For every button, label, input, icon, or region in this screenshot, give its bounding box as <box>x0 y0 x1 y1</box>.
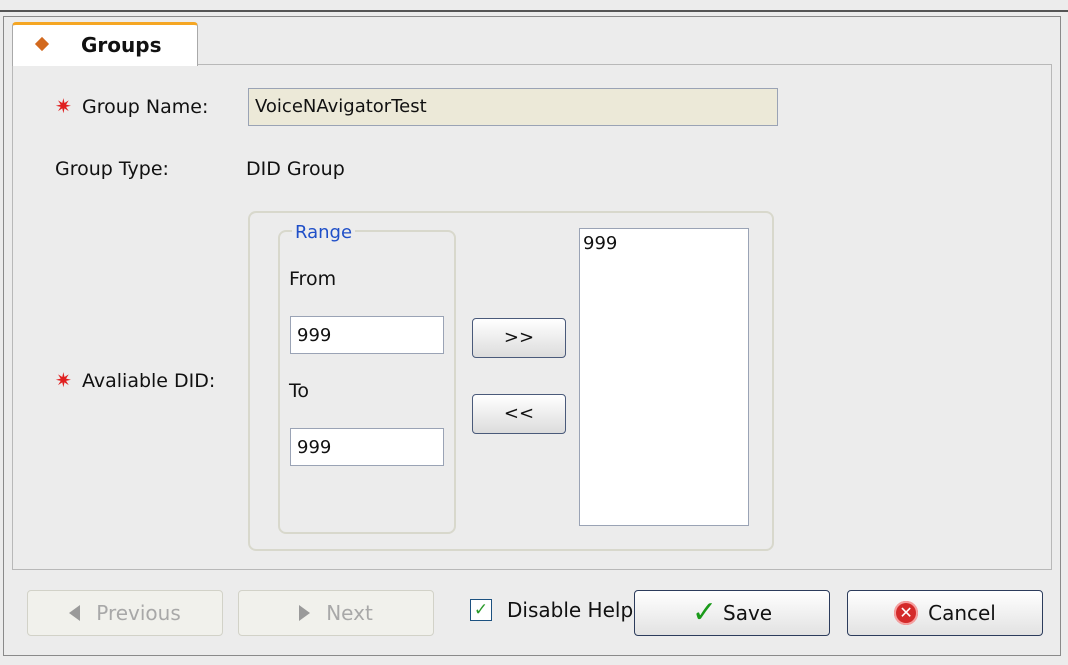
available-did-label: Avaliable DID: <box>82 370 216 392</box>
add-did-button[interactable]: >> <box>472 318 566 358</box>
required-icon: ✷ <box>55 94 72 118</box>
group-name-input[interactable]: VoiceNAvigatorTest <box>248 88 778 126</box>
from-input[interactable]: 999 <box>290 316 444 354</box>
list-item[interactable]: 999 <box>583 233 745 254</box>
to-label: To <box>289 380 310 402</box>
from-label: From <box>289 268 337 290</box>
cancel-button[interactable]: ✕ Cancel <box>847 590 1043 636</box>
group-type-label: Group Type: <box>55 158 169 180</box>
arrow-right-icon <box>299 605 311 621</box>
previous-label: Previous <box>96 601 181 625</box>
remove-did-button[interactable]: << <box>472 394 566 434</box>
disable-help-label: Disable Help <box>507 598 634 622</box>
next-button[interactable]: Next <box>238 590 434 636</box>
checkmark-icon: ✓ <box>691 595 718 630</box>
arrow-left-icon <box>69 605 81 621</box>
cancel-icon: ✕ <box>894 601 919 625</box>
cancel-label: Cancel <box>928 601 996 625</box>
save-label: Save <box>723 601 773 625</box>
to-input[interactable]: 999 <box>290 428 444 466</box>
group-type-value: DID Group <box>246 158 345 180</box>
group-name-label: Group Name: <box>82 96 209 118</box>
selected-did-list[interactable]: 999 <box>579 228 749 526</box>
disable-help-checkbox[interactable]: ✓ <box>470 599 492 621</box>
range-title: Range <box>292 222 356 243</box>
next-label: Next <box>326 601 373 625</box>
save-button[interactable]: ✓ Save <box>634 590 830 636</box>
previous-button[interactable]: Previous <box>27 590 223 636</box>
required-icon: ✷ <box>55 368 72 392</box>
